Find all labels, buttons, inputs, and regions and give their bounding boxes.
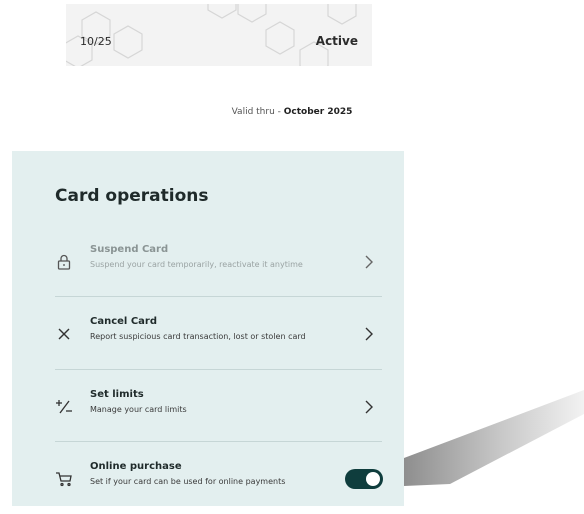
lock-icon <box>54 252 74 272</box>
online-purchase-toggle[interactable] <box>345 469 383 489</box>
plus-minus-icon <box>54 397 74 417</box>
cancel-card-description: Report suspicious card transaction, lost… <box>90 332 306 341</box>
chevron-right-icon <box>362 325 376 343</box>
valid-thru-label: Valid thru - <box>231 107 284 117</box>
cancel-card-title: Cancel Card <box>90 316 158 327</box>
valid-thru-line: Valid thru - October 2025 <box>0 107 584 117</box>
set-limits-title: Set limits <box>90 389 144 400</box>
suspend-card-description: Suspend your card temporarily, reactivat… <box>90 260 303 269</box>
toggle-knob <box>366 472 380 486</box>
set-limits-description: Manage your card limits <box>90 405 187 414</box>
card-operations-panel: Card operations Suspend Card Suspend you… <box>12 151 404 506</box>
suspend-card-row[interactable]: Suspend Card Suspend your card temporari… <box>12 225 404 297</box>
cart-icon <box>54 469 74 489</box>
card-operations-title: Card operations <box>55 186 209 206</box>
card-status-badge: Active <box>315 34 358 48</box>
online-purchase-title: Online purchase <box>90 461 182 472</box>
card-preview: 10/25 Active <box>66 4 372 66</box>
chevron-right-icon <box>362 398 376 416</box>
card-expiry-short: 10/25 <box>80 35 112 48</box>
panel-shadow <box>404 390 584 486</box>
suspend-card-title: Suspend Card <box>90 244 169 255</box>
online-purchase-description: Set if your card can be used for online … <box>90 477 286 486</box>
valid-thru-value: October 2025 <box>283 107 353 117</box>
close-icon <box>54 324 74 344</box>
cancel-card-row[interactable]: Cancel Card Report suspicious card trans… <box>12 297 404 369</box>
chevron-right-icon <box>362 253 376 271</box>
set-limits-row[interactable]: Set limits Manage your card limits <box>12 370 404 442</box>
